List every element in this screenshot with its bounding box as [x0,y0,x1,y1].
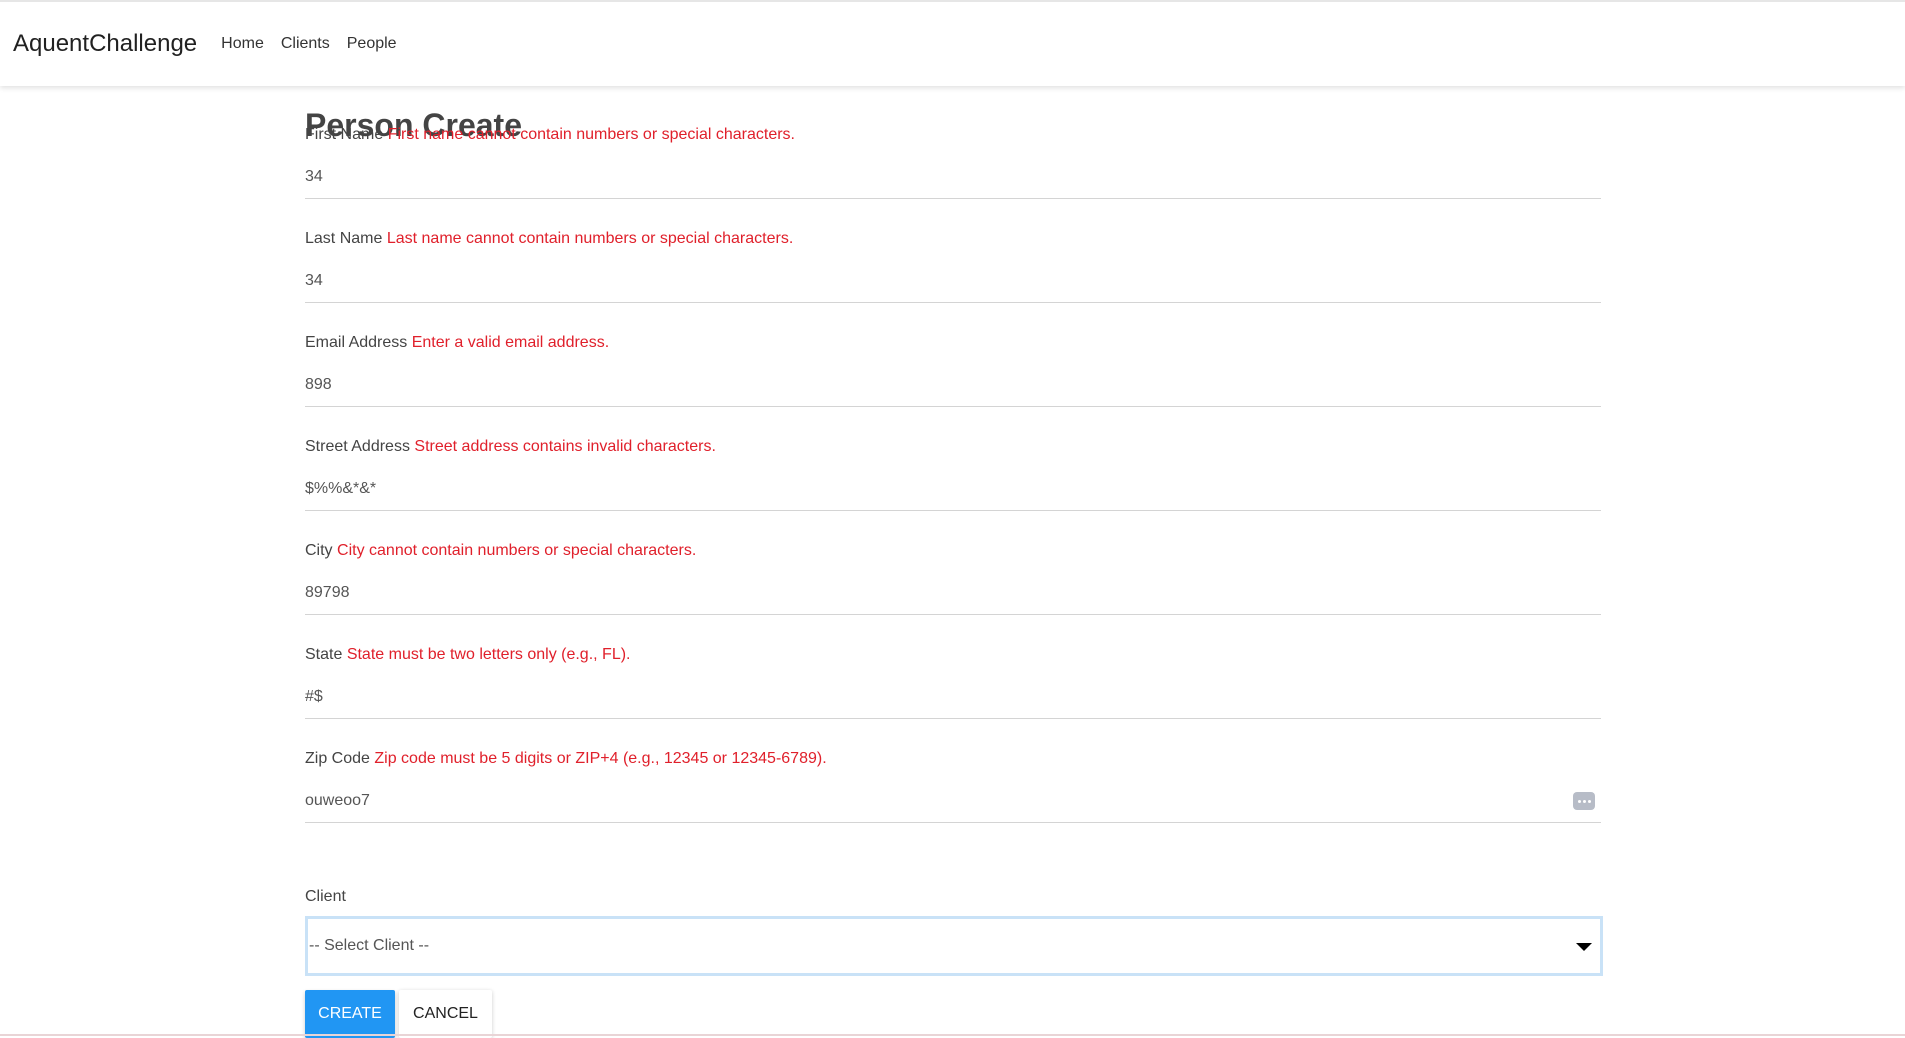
first-name-label: First Name First name cannot contain num… [305,126,795,144]
last-name-error: Last name cannot contain numbers or spec… [386,230,794,247]
form-buttons: CREATE CANCEL [305,990,492,1038]
nav-link-people[interactable]: People [347,35,397,53]
first-name-error: First name cannot contain numbers or spe… [387,126,795,143]
street-address-label: Street Address Street address contains i… [305,438,716,456]
bottom-divider [0,1034,1905,1036]
client-select-value: -- Select Client -- [309,937,430,954]
first-name-input[interactable] [305,155,1601,199]
last-name-label-text: Last Name [305,230,383,247]
city-label: City City cannot contain numbers or spec… [305,542,696,560]
client-select[interactable]: -- Select Client -- [305,916,1603,976]
email-label-text: Email Address [305,334,408,351]
client-label: Client [305,888,346,905]
state-error: State must be two letters only (e.g., FL… [346,646,631,663]
city-label-text: City [305,542,333,559]
street-address-label-text: Street Address [305,438,410,455]
state-label: State State must be two letters only (e.… [305,646,630,664]
street-address-input[interactable] [305,467,1601,511]
first-name-label-text: First Name [305,126,384,143]
create-button[interactable]: CREATE [305,990,395,1038]
top-navbar: AquentChallenge Home Clients People [0,0,1905,86]
nav-link-home[interactable]: Home [221,35,264,53]
main-container: Person Create First Name First name cann… [305,104,1603,1038]
caret-down-icon [1576,943,1592,951]
nav-links: Home Clients People [221,35,413,53]
zip-code-error: Zip code must be 5 digits or ZIP+4 (e.g.… [374,750,827,767]
state-input[interactable] [305,675,1601,719]
email-label: Email Address Enter a valid email addres… [305,334,609,352]
last-name-label: Last Name Last name cannot contain numbe… [305,230,793,248]
state-label-text: State [305,646,343,663]
zip-code-label: Zip Code Zip code must be 5 digits or ZI… [305,750,827,768]
last-name-input[interactable] [305,259,1601,303]
email-error: Enter a valid email address. [411,334,610,351]
city-input[interactable] [305,571,1601,615]
zip-code-label-text: Zip Code [305,750,370,767]
zip-code-input[interactable] [305,779,1601,823]
street-address-error: Street address contains invalid characte… [414,438,716,455]
city-error: City cannot contain numbers or special c… [337,542,697,559]
brand-link[interactable]: AquentChallenge [13,30,197,58]
keyboard-dots-icon[interactable] [1573,792,1595,810]
nav-link-clients[interactable]: Clients [281,35,330,53]
cancel-button[interactable]: CANCEL [399,990,492,1038]
email-input[interactable] [305,363,1601,407]
